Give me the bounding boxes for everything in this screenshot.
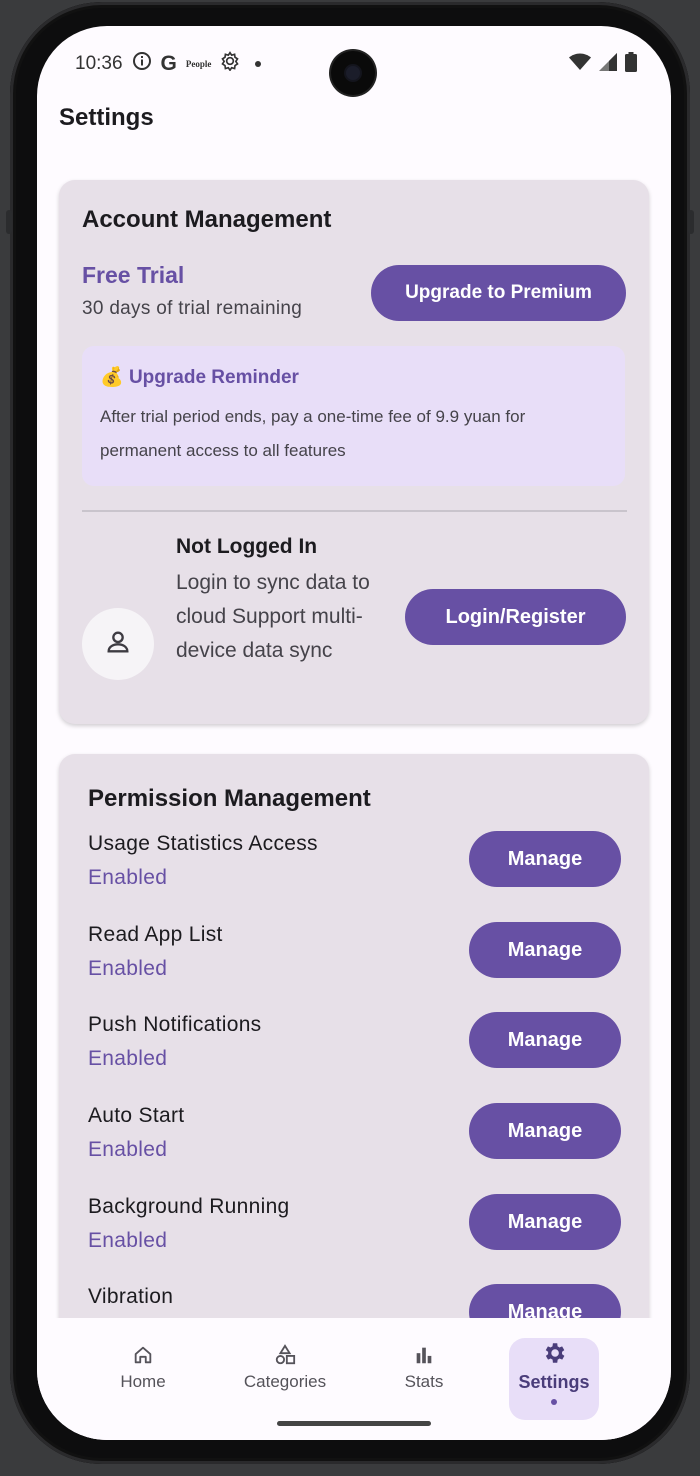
manage-button[interactable]: Manage	[469, 1012, 621, 1068]
permission-row: Push Notifications Enabled Manage	[88, 1012, 628, 1083]
screen: 10:36 G People Settings Account Manageme…	[37, 26, 671, 1440]
status-time: 10:36	[75, 53, 123, 74]
permission-name: Auto Start	[88, 1104, 185, 1127]
nav-label: Categories	[243, 1372, 327, 1391]
manage-button[interactable]: Manage	[469, 922, 621, 978]
nav-home[interactable]: Home	[88, 1332, 198, 1392]
nav-stats[interactable]: Stats	[369, 1332, 479, 1392]
active-dot	[551, 1399, 557, 1405]
nav-categories[interactable]: Categories	[230, 1332, 340, 1392]
manage-button[interactable]: Manage	[469, 831, 621, 887]
nav-label: Stats	[404, 1372, 444, 1391]
page-title: Settings	[59, 104, 154, 131]
google-icon: G	[160, 52, 177, 75]
reminder-title: 💰 Upgrade Reminder	[100, 365, 299, 389]
login-status-title: Not Logged In	[176, 535, 318, 558]
trial-remaining: 30 days of trial remaining	[82, 298, 303, 319]
permission-status: Enabled	[88, 866, 168, 889]
dot-icon	[255, 61, 262, 67]
reminder-body: After trial period ends, pay a one-time …	[100, 407, 526, 460]
bar-chart-icon	[369, 1332, 479, 1366]
upgrade-reminder: 💰 Upgrade Reminder After trial period en…	[82, 346, 625, 486]
permission-row: Read App List Enabled Manage	[88, 922, 628, 993]
permission-row: Usage Statistics Access Enabled Manage	[88, 831, 628, 902]
divider	[82, 510, 627, 512]
permission-name: Push Notifications	[88, 1013, 262, 1036]
avatar	[82, 608, 154, 680]
permissions-card-title: Permission Management	[88, 785, 371, 812]
permission-status: Enabled	[88, 1047, 168, 1070]
permission-row: Auto Start Enabled Manage	[88, 1103, 628, 1174]
settings-status-icon	[220, 51, 240, 77]
battery-icon	[625, 52, 637, 77]
trial-title: Free Trial	[82, 262, 185, 288]
person-icon	[104, 628, 132, 661]
home-icon	[88, 1332, 198, 1366]
login-description: Login to sync data to cloud Support mult…	[176, 571, 370, 662]
nav-label: Settings	[518, 1372, 590, 1392]
categories-icon	[230, 1332, 340, 1366]
permission-status: Enabled	[88, 957, 168, 980]
reminder-title-text: Upgrade Reminder	[128, 367, 299, 388]
money-bag-icon: 💰	[100, 367, 124, 388]
manage-button[interactable]: Manage	[469, 1103, 621, 1159]
permission-status: Enabled	[88, 1229, 168, 1252]
permission-name: Background Running	[88, 1195, 290, 1218]
login-register-button[interactable]: Login/Register	[405, 589, 626, 645]
wifi-icon	[569, 53, 591, 76]
permission-row: Background Running Enabled Manage	[88, 1194, 628, 1265]
nav-label: Home	[120, 1372, 166, 1391]
upgrade-button[interactable]: Upgrade to Premium	[371, 265, 626, 321]
phone-side-button	[688, 210, 694, 234]
gear-icon	[499, 1332, 609, 1366]
front-camera	[331, 51, 375, 95]
status-bar: 10:36 G People	[75, 50, 262, 78]
status-icons	[569, 52, 637, 77]
permission-name: Usage Statistics Access	[88, 832, 318, 855]
permission-status: Enabled	[88, 1138, 168, 1161]
permission-name: Vibration	[88, 1285, 174, 1308]
home-indicator[interactable]	[277, 1421, 431, 1426]
people-icon: People	[185, 59, 212, 69]
manage-button[interactable]: Manage	[469, 1194, 621, 1250]
account-card: Account Management Free Trial 30 days of…	[59, 180, 649, 724]
info-icon	[132, 51, 152, 77]
permission-name: Read App List	[88, 923, 223, 946]
nav-settings[interactable]: Settings	[499, 1332, 609, 1405]
account-card-title: Account Management	[82, 206, 332, 233]
phone-side-button	[6, 210, 12, 234]
signal-icon	[599, 53, 617, 76]
